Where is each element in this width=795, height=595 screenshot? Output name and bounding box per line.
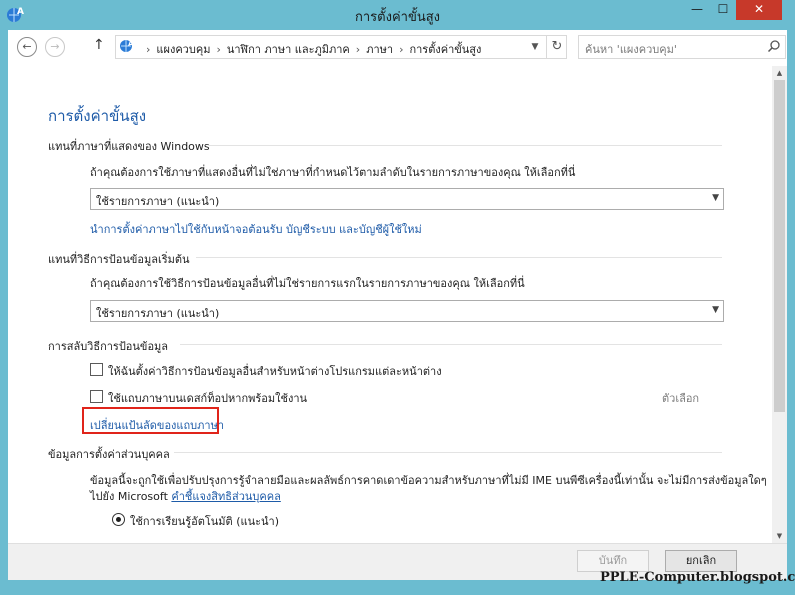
cancel-button[interactable]: ยกเลิก — [665, 550, 737, 572]
section-divider — [180, 344, 722, 345]
input-method-description: ถ้าคุณต้องการใช้วิธีการป้อนข้อมูลอื่นที่… — [90, 277, 525, 290]
breadcrumb-control-panel[interactable]: แผงควบคุม — [156, 43, 210, 56]
options-link[interactable]: ตัวเลือก — [662, 389, 699, 407]
breadcrumb-separator: › — [399, 43, 404, 56]
section-heading-switch-input: การสลับวิธีการป้อนข้อมูล — [48, 340, 169, 353]
navigation-bar: ← → ↑ A › แผงควบคุม › นาฬิกา ภาษา และภูมิภา… — [8, 30, 787, 66]
minimize-button[interactable]: — — [684, 0, 710, 20]
breadcrumb-separator: › — [216, 43, 221, 56]
page-title: การตั้งค่าขั้นสูง — [48, 107, 147, 125]
search-input[interactable]: ค้นหา 'แผงควบคุม' — [585, 40, 677, 58]
section-heading-personalization: ข้อมูลการตั้งค่าส่วนบุคคล — [48, 448, 170, 461]
section-divider — [174, 452, 722, 453]
scroll-down-arrow-icon[interactable]: ▼ — [772, 529, 787, 543]
personalization-description-prefix: ไปยัง Microsoft — [90, 490, 168, 503]
settings-window: A การตั้งค่าขั้นสูง — ☐ ✕ ← → ↑ A › แผงคว… — [0, 0, 795, 595]
display-language-select-value: ใช้รายการภาษา (แนะนำ) — [96, 195, 220, 208]
per-window-input-label[interactable]: ให้ฉันตั้งค่าวิธีการป้อนข้อมูลอื่นสำหรับ… — [108, 362, 442, 380]
privacy-statement-link[interactable]: คำชี้แจงสิทธิส่วนบุคคล — [171, 490, 280, 503]
forward-button[interactable]: → — [45, 37, 65, 57]
close-button[interactable]: ✕ — [736, 0, 782, 20]
control-panel-icon: A — [120, 40, 134, 52]
breadcrumb-advanced-settings[interactable]: การตั้งค่าขั้นสูง — [409, 43, 481, 56]
scrollbar-thumb[interactable] — [774, 80, 785, 412]
breadcrumb-clock-language-region[interactable]: นาฬิกา ภาษา และภูมิภาค — [227, 43, 350, 56]
watermark-text: PPLE-Computer.blogspot.com — [600, 570, 795, 585]
chevron-down-icon: ▼ — [712, 305, 719, 315]
automatic-learning-label[interactable]: ใช้การเรียนรู้อัตโนมัติ (แนะนำ) — [130, 512, 279, 530]
search-box[interactable]: ค้นหา 'แผงควบคุม' — [578, 35, 786, 59]
vertical-scrollbar[interactable]: ▲ ▼ — [772, 66, 787, 543]
breadcrumb-separator: › — [146, 43, 151, 56]
display-language-select[interactable]: ใช้รายการภาษา (แนะนำ) ▼ — [90, 188, 724, 210]
address-bar[interactable]: A › แผงควบคุม › นาฬิกา ภาษา และภูมิภาค › ภาษา… — [115, 35, 567, 59]
search-icon[interactable] — [767, 39, 781, 53]
input-method-select-value: ใช้รายการภาษา (แนะนำ) — [96, 307, 220, 320]
breadcrumb: › แผงควบคุม › นาฬิกา ภาษา และภูมิภาค › ภาษา › ก… — [140, 40, 481, 58]
section-divider — [196, 257, 722, 258]
section-heading-display-language: แทนที่ภาษาที่แสดงของ Windows — [48, 140, 210, 153]
language-bar-checkbox[interactable] — [90, 390, 103, 403]
address-dropdown-icon[interactable]: ▼ — [526, 39, 544, 55]
save-button[interactable]: บันทึก — [577, 550, 649, 572]
scroll-up-arrow-icon[interactable]: ▲ — [772, 66, 787, 80]
breadcrumb-separator: › — [355, 43, 361, 56]
window-title: การตั้งค่าขั้นสูง — [355, 10, 440, 25]
breadcrumb-language[interactable]: ภาษา — [366, 43, 393, 56]
title-bar: A การตั้งค่าขั้นสูง — ☐ ✕ — [0, 0, 795, 30]
display-language-description: ถ้าคุณต้องการใช้ภาษาที่แสดงอื่นที่ไม่ใช่… — [90, 166, 576, 179]
radio-selected-dot — [116, 517, 121, 522]
refresh-icon[interactable]: ↻ — [546, 36, 567, 58]
section-heading-input-method: แทนที่วิธีการป้อนข้อมูลเริ่มต้น — [48, 253, 190, 266]
back-button[interactable]: ← — [17, 37, 37, 57]
input-method-select[interactable]: ใช้รายการภาษา (แนะนำ) ▼ — [90, 300, 724, 322]
maximize-button[interactable]: ☐ — [710, 0, 736, 20]
svg-text:A: A — [128, 40, 134, 48]
main-content: การตั้งค่าขั้นสูง แทนที่ภาษาที่แสดงของ W… — [8, 66, 772, 543]
language-bar-label[interactable]: ใช้แถบภาษาบนเดสก์ท็อปหากพร้อมใช้งาน — [108, 389, 307, 407]
chevron-down-icon: ▼ — [712, 193, 719, 203]
automatic-learning-radio[interactable] — [112, 513, 125, 526]
apply-language-settings-link[interactable]: นำการตั้งค่าภาษาไปใช้กับหน้าจอต้อนรับ บั… — [90, 220, 422, 238]
section-divider — [208, 145, 722, 146]
personalization-description-line2: ไปยัง Microsoft คำชี้แจงสิทธิส่วนบุคคล — [90, 487, 281, 505]
per-window-input-checkbox[interactable] — [90, 363, 103, 376]
annotation-highlight-box — [82, 407, 219, 434]
up-button[interactable]: ↑ — [93, 37, 105, 53]
